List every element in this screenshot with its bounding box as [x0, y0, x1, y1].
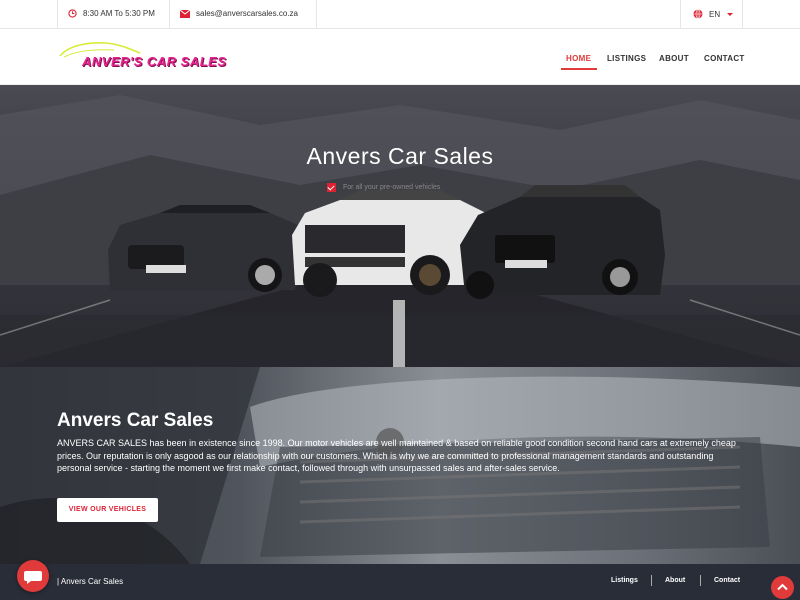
chat-bubble-icon: [24, 571, 42, 584]
site-footer: | Anvers Car Sales Listings About Contac…: [0, 564, 800, 600]
footer-link-listings[interactable]: Listings: [611, 577, 638, 584]
logo-text: ANVER'S CAR SALES: [82, 54, 227, 69]
top-bar: 8:30 AM To 5:30 PM sales@anverscarsales.…: [0, 0, 800, 29]
footer-link-contact[interactable]: Contact: [714, 577, 740, 584]
hero-subtitle-text: For all your pre-owned vehicles: [343, 184, 441, 191]
hero-subtitle: For all your pre-owned vehicles: [327, 183, 440, 192]
hero-background-image: [0, 95, 800, 367]
chevron-down-icon[interactable]: [727, 12, 734, 16]
site-logo[interactable]: ANVER'S CAR SALES: [56, 40, 236, 72]
nav-contact[interactable]: CONTACT: [704, 54, 745, 63]
checkbox-icon: [327, 183, 336, 192]
divider: [700, 575, 701, 586]
divider: [57, 0, 58, 29]
main-header: ANVER'S CAR SALES HOME LISTINGS ABOUT CO…: [0, 29, 800, 85]
about-title: Anvers Car Sales: [57, 410, 214, 431]
nav-active-underline: [561, 68, 597, 70]
hero-banner: Anvers Car Sales For all your pre-owned …: [0, 85, 800, 367]
divider: [742, 0, 743, 29]
divider: [169, 0, 170, 29]
about-section: Anvers Car Sales ANVERS CAR SALES has be…: [0, 367, 800, 564]
divider: [680, 0, 681, 29]
divider: [316, 0, 317, 29]
nav-about[interactable]: ABOUT: [659, 54, 689, 63]
language-label[interactable]: EN: [709, 10, 720, 19]
envelope-icon: [180, 9, 190, 18]
chat-button[interactable]: [17, 560, 49, 592]
language-selector[interactable]: EN: [693, 9, 734, 19]
footer-link-about[interactable]: About: [665, 577, 685, 584]
about-description: ANVERS CAR SALES has been in existence s…: [57, 438, 736, 473]
divider: [651, 575, 652, 586]
clock-icon: [68, 9, 77, 18]
footer-brand: | Anvers Car Sales: [57, 577, 124, 586]
email-link[interactable]: sales@anverscarsales.co.za: [180, 9, 298, 18]
view-vehicles-button[interactable]: VIEW OUR VEHICLES: [57, 498, 158, 522]
scroll-to-top-button[interactable]: [771, 576, 794, 599]
business-hours: 8:30 AM To 5:30 PM: [68, 9, 155, 18]
nav-home[interactable]: HOME: [566, 54, 591, 63]
hours-text: 8:30 AM To 5:30 PM: [83, 9, 155, 18]
globe-icon: [693, 9, 703, 19]
email-text[interactable]: sales@anverscarsales.co.za: [196, 9, 298, 18]
nav-listings[interactable]: LISTINGS: [607, 54, 646, 63]
chevron-up-icon: [777, 583, 788, 591]
hero-title: Anvers Car Sales: [306, 143, 494, 169]
